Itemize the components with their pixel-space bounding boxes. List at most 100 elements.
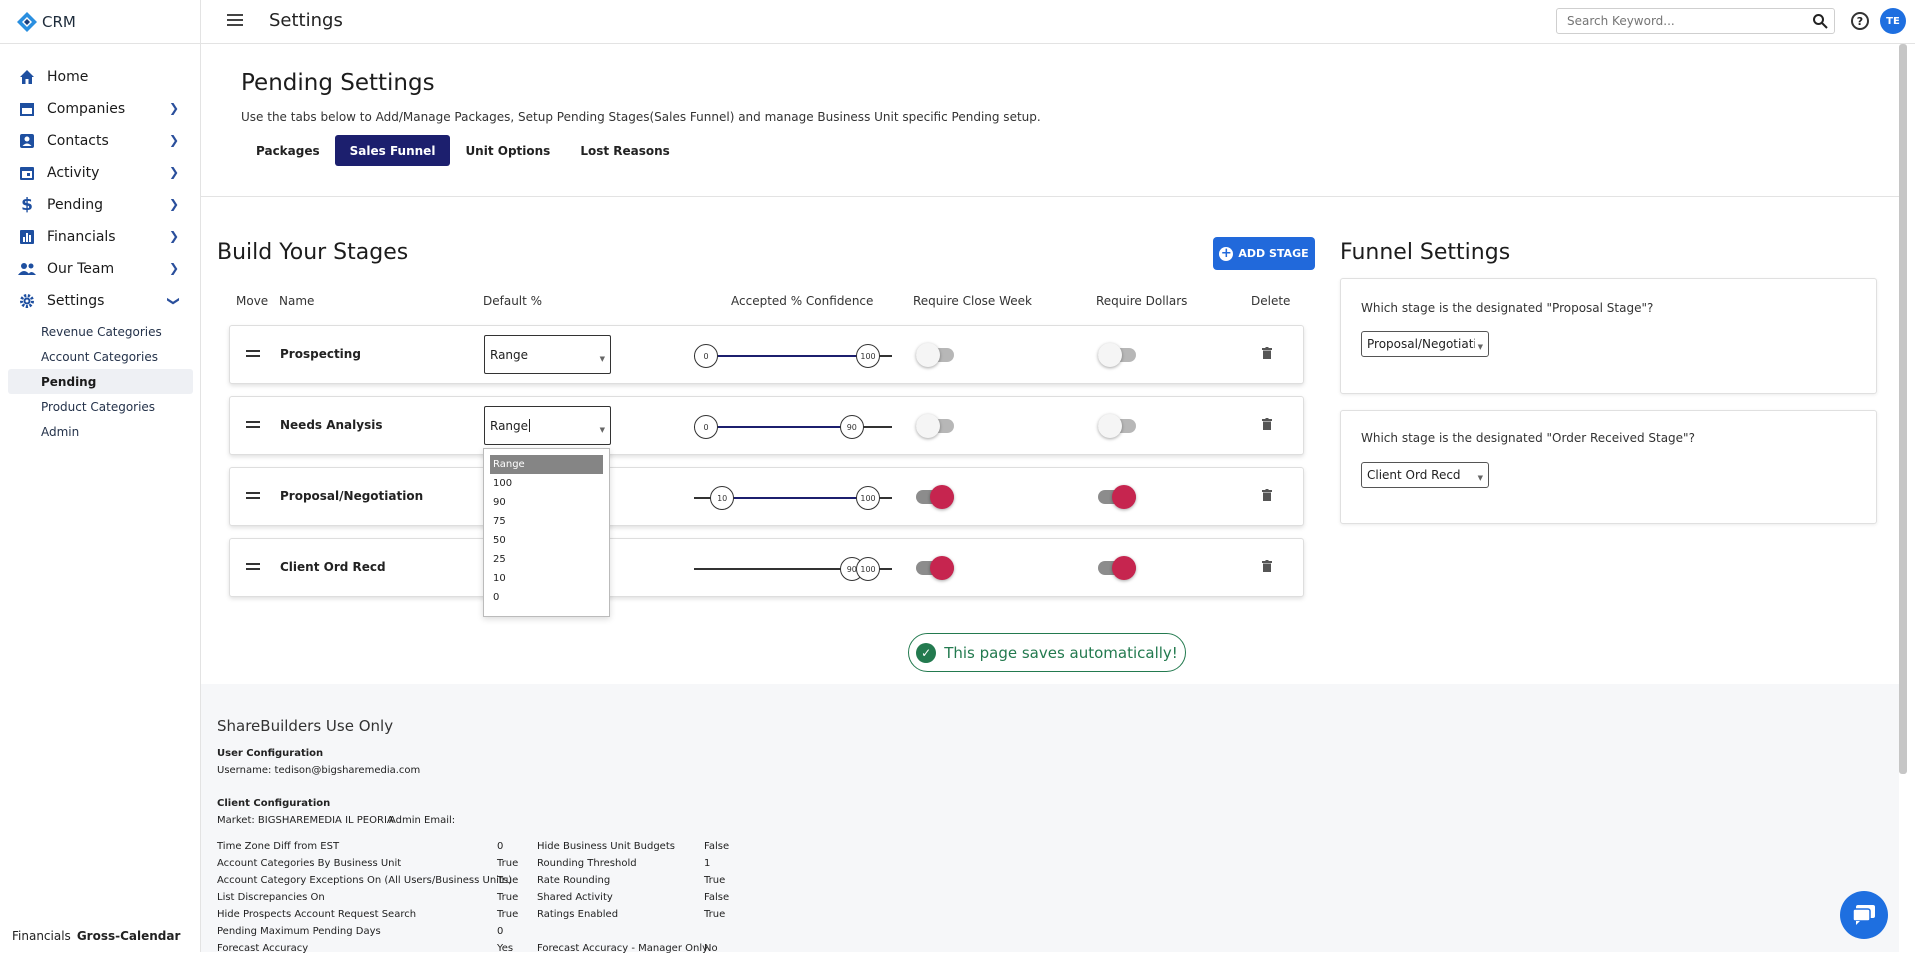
- dollars-toggle[interactable]: [1098, 414, 1136, 438]
- submenu-product-categories[interactable]: Product Categories: [0, 394, 201, 419]
- search-icon[interactable]: [1812, 13, 1828, 29]
- search-box[interactable]: [1556, 8, 1835, 34]
- help-icon[interactable]: ?: [1851, 12, 1869, 30]
- chevron-right-icon: ❯: [168, 165, 179, 179]
- dollars-toggle[interactable]: [1098, 556, 1136, 580]
- drag-handle-icon[interactable]: [246, 563, 260, 570]
- column-header-default: Default %: [483, 294, 543, 308]
- slider-fill: [706, 355, 868, 357]
- chat-button[interactable]: [1840, 891, 1888, 939]
- tab-unit-options[interactable]: Unit Options: [450, 135, 565, 166]
- config-value: 0: [497, 841, 504, 852]
- dollars-toggle[interactable]: [1098, 485, 1136, 509]
- add-stage-label: ADD STAGE: [1238, 247, 1309, 260]
- tab-sales-funnel[interactable]: Sales Funnel: [334, 135, 451, 166]
- confidence-slider[interactable]: 90 100: [694, 557, 892, 581]
- proposal-stage-select[interactable]: Proposal/Negotiation▼: [1361, 331, 1489, 357]
- close-week-toggle[interactable]: [916, 556, 954, 580]
- slider-low-handle[interactable]: 10: [710, 486, 735, 510]
- order-stage-card: Which stage is the designated "Order Rec…: [1340, 410, 1877, 524]
- slider-high-handle[interactable]: 100: [856, 486, 880, 510]
- submenu-account-categories[interactable]: Account Categories: [0, 344, 201, 369]
- chevron-down-icon: ▼: [1477, 474, 1483, 482]
- dropdown-option[interactable]: 90: [490, 493, 603, 512]
- dollars-toggle[interactable]: [1098, 343, 1136, 367]
- dropdown-option[interactable]: 100: [490, 474, 603, 493]
- footer-label: Financials: [12, 929, 71, 943]
- slider-high-handle[interactable]: 100: [856, 557, 880, 581]
- tab-packages[interactable]: Packages: [241, 135, 335, 166]
- sidebar-item-contacts[interactable]: Contacts ❯: [0, 125, 201, 157]
- default-percent-select[interactable]: Range ▼: [484, 406, 611, 445]
- confidence-slider[interactable]: 0 100: [694, 344, 892, 368]
- confidence-slider[interactable]: 0 90: [694, 415, 892, 439]
- trash-icon[interactable]: [1262, 489, 1272, 501]
- column-header-delete: Delete: [1251, 294, 1291, 308]
- column-header-close-week: Require Close Week: [913, 294, 1032, 308]
- config-value: True: [497, 909, 519, 920]
- close-week-toggle[interactable]: [916, 343, 954, 367]
- add-stage-button[interactable]: + ADD STAGE: [1213, 237, 1315, 270]
- trash-icon[interactable]: [1262, 560, 1272, 572]
- submenu-admin[interactable]: Admin: [0, 419, 201, 444]
- slider-high-handle[interactable]: 100: [856, 344, 880, 368]
- sidebar-item-home[interactable]: Home: [0, 61, 201, 93]
- admin-section: [201, 684, 1899, 952]
- sidebar-item-companies[interactable]: Companies ❯: [0, 93, 201, 125]
- home-icon: [18, 68, 36, 86]
- order-stage-select[interactable]: Client Ord Recd ▼: [1361, 462, 1489, 488]
- submenu-revenue-categories[interactable]: Revenue Categories: [0, 319, 201, 344]
- trash-icon[interactable]: [1262, 418, 1272, 430]
- order-stage-value: Client Ord Recd: [1367, 468, 1461, 482]
- stage-row: Client Ord Recd 90 100: [229, 538, 1304, 597]
- stage-name: Client Ord Recd: [280, 560, 386, 574]
- close-week-toggle[interactable]: [916, 485, 954, 509]
- sidebar-item-financials[interactable]: Financials ❯: [0, 221, 201, 253]
- tab-lost-reasons[interactable]: Lost Reasons: [565, 135, 685, 166]
- slider-fill: [722, 497, 868, 499]
- drag-handle-icon[interactable]: [246, 421, 260, 428]
- dropdown-option[interactable]: 75: [490, 512, 603, 531]
- stage-row: Proposal/Negotiation 10 100: [229, 467, 1304, 526]
- chevron-down-icon: ▼: [599, 426, 605, 434]
- dropdown-option[interactable]: 10: [490, 569, 603, 588]
- avatar[interactable]: TE: [1880, 8, 1906, 34]
- drag-handle-icon[interactable]: [246, 350, 260, 357]
- sidebar-nav: Home Companies ❯ Contacts ❯ Activity ❯ $…: [0, 61, 201, 444]
- stage-name: Proposal/Negotiation: [280, 489, 424, 503]
- dropdown-option[interactable]: 0: [490, 588, 603, 607]
- order-stage-question: Which stage is the designated "Order Rec…: [1361, 431, 1695, 445]
- slider-high-handle[interactable]: 90: [839, 415, 864, 439]
- dropdown-option[interactable]: 50: [490, 531, 603, 550]
- topbar-divider: [0, 43, 1915, 44]
- trash-icon[interactable]: [1262, 347, 1272, 359]
- store-icon: [18, 100, 36, 118]
- slider-low-handle[interactable]: 0: [694, 415, 718, 439]
- search-input[interactable]: [1567, 14, 1797, 28]
- stage-row: Prospecting Range ▼ 0 100: [229, 325, 1304, 384]
- settings-tabs: Packages Sales Funnel Unit Options Lost …: [241, 135, 685, 166]
- chevron-right-icon: ❯: [168, 133, 179, 147]
- sidebar-item-pending[interactable]: $ Pending ❯: [0, 189, 201, 221]
- sidebar-item-settings[interactable]: Settings ❯: [0, 285, 201, 317]
- slider-fill: [706, 426, 852, 428]
- dropdown-option[interactable]: 25: [490, 550, 603, 569]
- submenu-pending[interactable]: Pending: [8, 369, 193, 394]
- app-logo[interactable]: CRM: [16, 10, 76, 34]
- user-config-heading: User Configuration: [217, 748, 324, 759]
- funnel-settings-title: Funnel Settings: [1340, 240, 1511, 265]
- sidebar-item-activity[interactable]: Activity ❯: [0, 157, 201, 189]
- confidence-slider[interactable]: 10 100: [694, 486, 892, 510]
- config-value: True: [497, 875, 519, 886]
- scrollbar[interactable]: [1899, 44, 1907, 774]
- dropdown-option[interactable]: Range: [490, 455, 603, 474]
- close-week-toggle[interactable]: [916, 414, 954, 438]
- slider-low-handle[interactable]: 0: [694, 344, 718, 368]
- default-percent-select[interactable]: Range ▼: [484, 335, 611, 374]
- drag-handle-icon[interactable]: [246, 492, 260, 499]
- config-label: Shared Activity: [537, 892, 613, 903]
- menu-toggle-icon[interactable]: [227, 14, 243, 26]
- config-label: Rounding Threshold: [537, 858, 637, 869]
- autosave-text: This page saves automatically!: [944, 643, 1178, 662]
- sidebar-item-our-team[interactable]: Our Team ❯: [0, 253, 201, 285]
